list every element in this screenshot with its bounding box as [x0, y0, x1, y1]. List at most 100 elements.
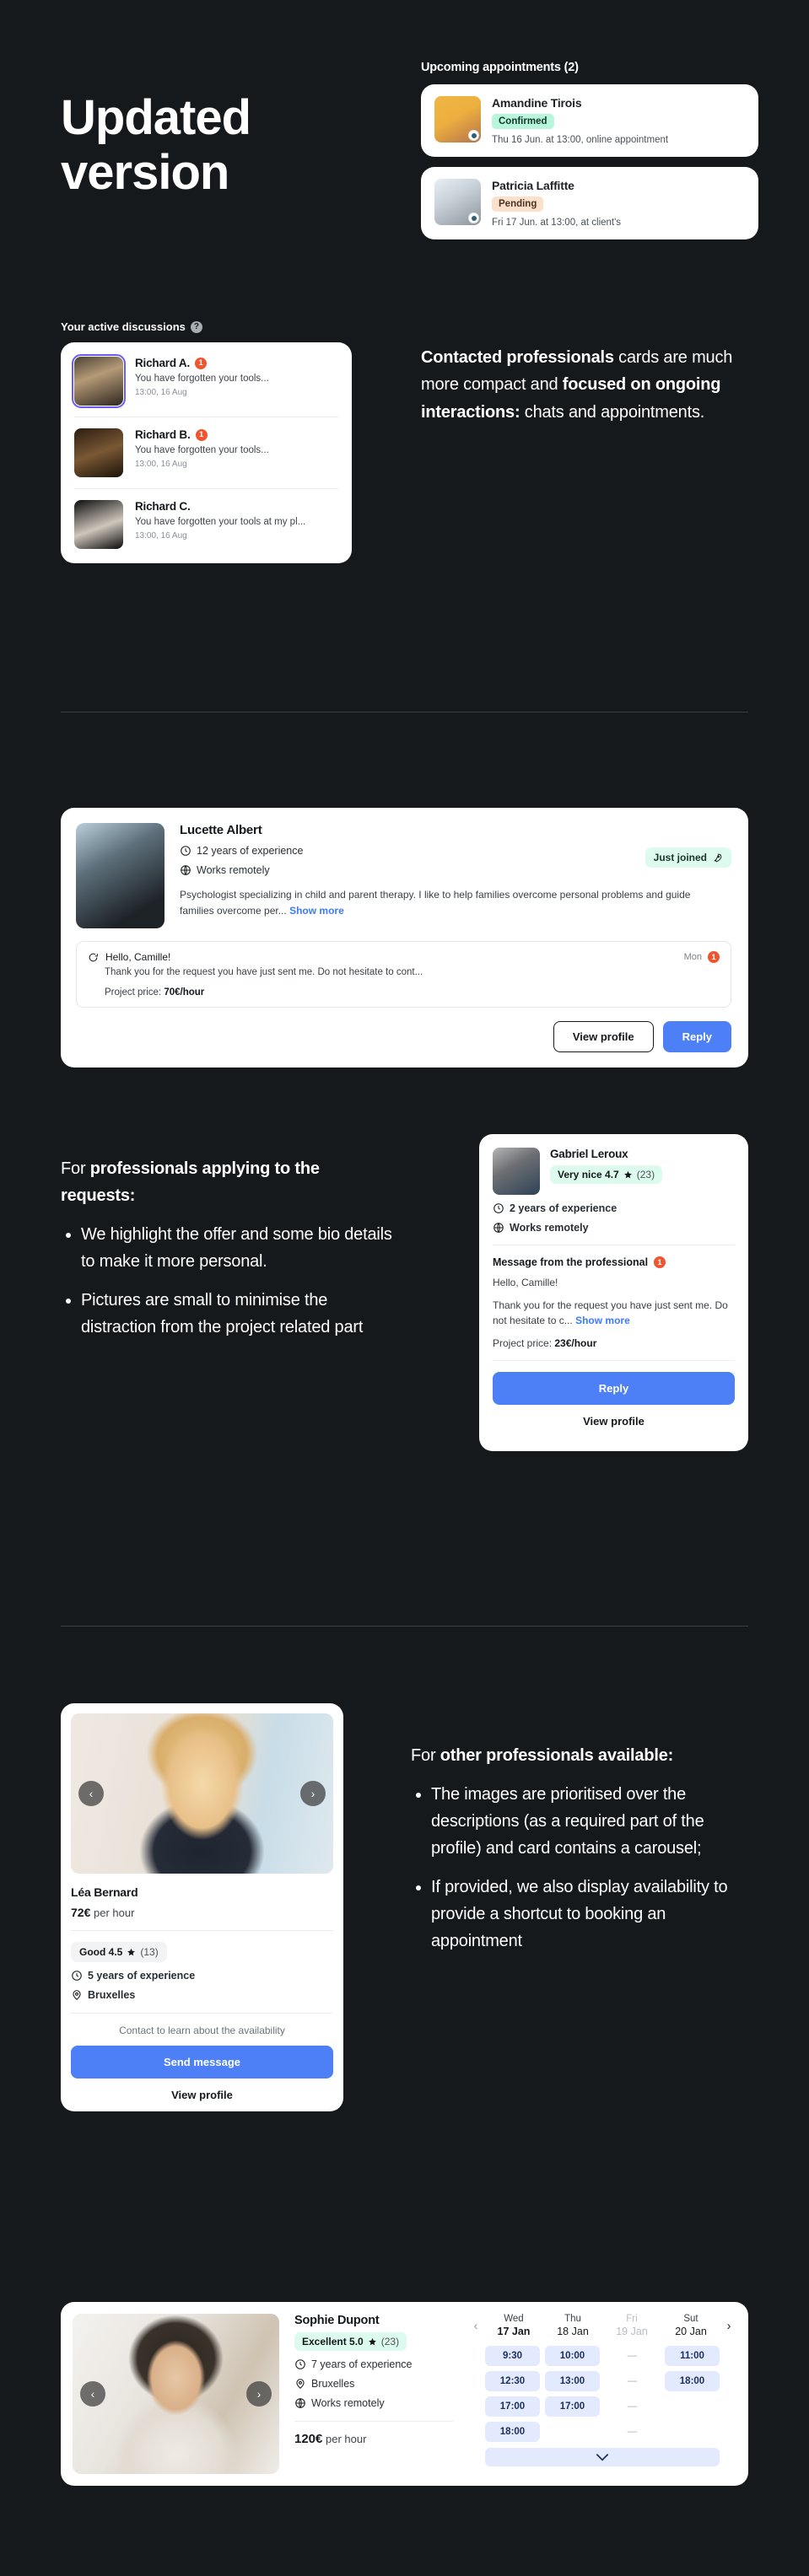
message-heading: Message from the professional: [493, 1256, 649, 1268]
experience-label: 12 years of experience: [197, 845, 304, 857]
rating-badge: Excellent 5.0 (23): [294, 2332, 407, 2351]
time-slot[interactable]: 12:30: [485, 2371, 540, 2391]
list-item[interactable]: Richard C. You have forgotten your tools…: [74, 488, 338, 560]
status-badge: Confirmed: [492, 114, 554, 129]
star-icon: [127, 1948, 136, 1955]
time-slot-empty: [665, 2422, 720, 2442]
appointment-name: Patricia Laffitte: [492, 179, 574, 192]
annotation-bullets: The images are prioritised over the desc…: [431, 1781, 757, 1955]
view-profile-button[interactable]: View profile: [71, 2079, 333, 2111]
time-slot[interactable]: 17:00: [485, 2396, 540, 2417]
experience-row: 5 years of experience: [71, 1970, 333, 1982]
appointment-datetime: Fri 17 Jun. at 13:00, at client's: [492, 218, 622, 228]
section-divider: [61, 1626, 748, 1627]
page-root: Updated version Upcoming appointments (2…: [0, 0, 809, 2576]
carousel-prev-icon[interactable]: ‹: [78, 1781, 104, 1806]
annotation-bullet: Pictures are small to minimise the distr…: [81, 1287, 398, 1341]
rating-label: Very nice 4.7: [558, 1169, 619, 1180]
appointment-card[interactable]: Amandine Tirois Confirmed Thu 16 Jun. at…: [421, 84, 758, 157]
scheduler-date: 20 Jan: [675, 2326, 707, 2337]
carousel-prev-icon[interactable]: ‹: [80, 2381, 105, 2407]
rocket-icon: [714, 853, 722, 862]
view-profile-button[interactable]: View profile: [493, 1405, 735, 1438]
project-price-label: Project price:: [105, 987, 162, 998]
send-message-button[interactable]: Send message: [71, 2046, 333, 2079]
list-item[interactable]: Richard A. 1 You have forgotten your too…: [72, 346, 338, 417]
scheduler-weekday: Thu: [564, 2314, 581, 2324]
time-slot[interactable]: 9:30: [485, 2346, 540, 2366]
upcoming-appointments-heading: Upcoming appointments (2): [421, 61, 579, 74]
discussion-name: Richard C.: [135, 500, 191, 513]
discussion-time: 13:00, 16 Aug: [135, 388, 187, 397]
active-discussions-label: Your active discussions: [61, 320, 186, 333]
status-badge: Pending: [492, 196, 544, 212]
availability-scheduler: ‹ Wed 17 Jan Thu 18 Jan Fri 19 Jan Sut 2…: [468, 2314, 736, 2474]
time-slot[interactable]: 17:00: [545, 2396, 600, 2417]
message-body: Thank you for the request you have just …: [105, 967, 423, 977]
carousel-next-icon[interactable]: ›: [246, 2381, 272, 2407]
remote-row: Works remotely: [294, 2397, 453, 2409]
appointment-datetime: Thu 16 Jun. at 13:00, online appointment: [492, 135, 669, 145]
annotation-text-2: chats and appointments.: [520, 402, 705, 422]
discussion-preview: You have forgotten your tools at my pl..…: [135, 517, 306, 527]
online-status-icon: [468, 130, 479, 141]
list-item[interactable]: Richard B. 1 You have forgotten your too…: [74, 417, 338, 488]
time-slot[interactable]: 10:00: [545, 2346, 600, 2366]
availability-note: Contact to learn about the availability: [119, 2025, 285, 2036]
discussion-name: Richard A.: [135, 357, 191, 369]
remote-label: Works remotely: [510, 1222, 589, 1234]
professional-name: Léa Bernard: [71, 1885, 138, 1899]
globe-icon: [181, 865, 191, 875]
time-slot[interactable]: 13:00: [545, 2371, 600, 2391]
show-more-link[interactable]: Show more: [575, 1315, 630, 1326]
time-slot[interactable]: 18:00: [665, 2371, 720, 2391]
help-icon[interactable]: ?: [190, 320, 202, 333]
time-slot-unavailable: —: [627, 2376, 638, 2386]
unread-badge: 1: [195, 357, 208, 369]
time-slot[interactable]: 11:00: [665, 2346, 720, 2366]
expand-slots-button[interactable]: [485, 2448, 720, 2466]
avatar: [72, 354, 126, 408]
annotation-lead-plain: For: [61, 1159, 90, 1178]
discussion-preview: You have forgotten your tools...: [135, 374, 269, 384]
scheduler-weekday: Fri: [626, 2314, 638, 2324]
rating-badge: Good 4.5 (13): [71, 1942, 167, 1962]
project-price-label: Project price:: [493, 1336, 553, 1349]
discussions-list: Richard A. 1 You have forgotten your too…: [61, 342, 352, 563]
discussion-name: Richard B.: [135, 428, 191, 441]
scheduler-day[interactable]: Sut 20 Jan: [662, 2314, 720, 2337]
carousel-next-icon[interactable]: ›: [300, 1781, 326, 1806]
reply-button[interactable]: Reply: [493, 1371, 735, 1405]
message-body: Thank you for the request you have just …: [493, 1298, 735, 1329]
scheduler-day: Fri 19 Jan: [603, 2314, 661, 2337]
annotation-professionals-applying: For professionals applying to the reques…: [61, 1155, 398, 1353]
avatar: [434, 179, 481, 225]
image-carousel[interactable]: ‹ ›: [71, 1713, 333, 1874]
appointment-card[interactable]: Patricia Laffitte Pending Fri 17 Jun. at…: [421, 167, 758, 239]
scheduler-slot-column: 10:00 13:00 17:00: [545, 2346, 600, 2442]
scheduler-day[interactable]: Thu 18 Jan: [544, 2314, 601, 2337]
annotation-bold-1: Contacted professionals: [421, 348, 614, 367]
image-carousel[interactable]: ‹ ›: [73, 2314, 279, 2474]
discussion-name-row: Richard C.: [135, 500, 305, 513]
scheduler-day[interactable]: Wed 17 Jan: [485, 2314, 542, 2337]
scheduler-next-icon[interactable]: ›: [721, 2319, 736, 2333]
rating-badge: Very nice 4.7 (23): [550, 1165, 663, 1184]
project-price-value: 70€/hour: [164, 987, 205, 998]
time-slot[interactable]: 18:00: [485, 2422, 540, 2442]
scheduler-weekday: Sut: [683, 2314, 698, 2324]
annotation-lead: For other professionals available:: [411, 1742, 757, 1769]
reply-button[interactable]: Reply: [662, 1021, 731, 1052]
message-day: Mon: [683, 952, 702, 962]
show-more-link[interactable]: Show more: [289, 905, 344, 917]
scheduler-prev-icon[interactable]: ‹: [468, 2319, 483, 2333]
upcoming-appointments-section: Upcoming appointments (2) Amandine Tiroi…: [421, 61, 758, 250]
chat-bubble-icon: [89, 953, 98, 961]
message-preview-box[interactable]: Mon 1 Hello, Camille! Thank you for the …: [76, 941, 731, 1008]
scheduler-slot-column: — — — —: [605, 2346, 660, 2442]
card-actions: View profile Reply: [76, 1021, 731, 1052]
message-hello-row: Hello, Camille!: [88, 951, 720, 963]
view-profile-button[interactable]: View profile: [553, 1021, 654, 1052]
price-value: 72€: [71, 1906, 91, 1919]
message-hello: Hello, Camille!: [105, 951, 171, 963]
